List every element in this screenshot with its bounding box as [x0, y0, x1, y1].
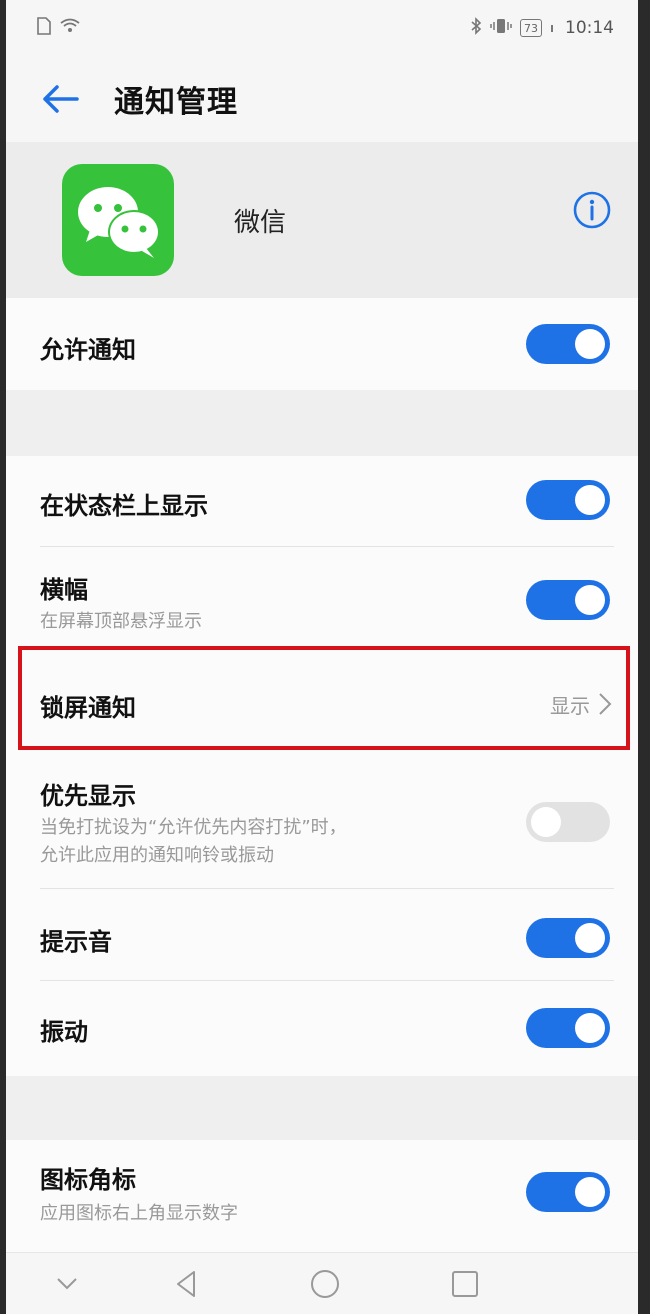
row-title: 振动	[40, 1018, 88, 1046]
section-gap	[6, 390, 638, 456]
app-header: 微信	[6, 142, 638, 298]
status-left	[36, 17, 80, 39]
screen: 73 10:14 通知管理 微信 允许通知 在状态栏上显示 横幅 在屏幕顶部悬浮…	[6, 0, 638, 1314]
row-sound[interactable]: 提示音	[6, 890, 638, 982]
battery-level: 73	[524, 21, 538, 35]
row-subtitle-line1: 当免打扰设为“允许优先内容打扰”时，	[40, 817, 347, 838]
recent-apps-square-icon[interactable]	[448, 1267, 482, 1301]
back-arrow-icon[interactable]	[40, 79, 80, 119]
row-subtitle: 应用图标右上角显示数字	[40, 1203, 238, 1224]
row-title: 在状态栏上显示	[40, 492, 208, 520]
toggle-knob	[575, 329, 605, 359]
row-title: 优先显示	[40, 782, 136, 810]
battery-tip	[551, 24, 553, 32]
status-time: 10:14	[565, 18, 614, 38]
divider	[40, 546, 614, 547]
allow-notifications-toggle[interactable]	[526, 324, 610, 364]
header: 通知管理	[6, 56, 638, 142]
row-title: 允许通知	[40, 336, 136, 364]
page-title: 通知管理	[114, 85, 238, 120]
chevron-down-icon[interactable]	[50, 1267, 84, 1301]
row-title: 横幅	[40, 576, 88, 604]
banner-toggle[interactable]	[526, 580, 610, 620]
priority-display-toggle[interactable]	[526, 802, 610, 842]
info-icon[interactable]	[572, 190, 612, 230]
status-right: 73 10:14	[470, 17, 614, 39]
divider	[40, 980, 614, 981]
row-priority-display[interactable]: 优先显示 当免打扰设为“允许优先内容打扰”时， 允许此应用的通知响铃或振动	[6, 756, 638, 890]
vibration-toggle[interactable]	[526, 1008, 610, 1048]
vibrate-icon	[490, 18, 512, 38]
toggle-knob	[575, 1177, 605, 1207]
row-banner[interactable]: 横幅 在屏幕顶部悬浮显示	[6, 548, 638, 648]
row-title: 提示音	[40, 928, 112, 956]
row-vibration[interactable]: 振动	[6, 982, 638, 1076]
toggle-knob	[575, 923, 605, 953]
divider	[40, 888, 614, 889]
sim-icon	[36, 17, 52, 39]
status-bar-display-toggle[interactable]	[526, 480, 610, 520]
row-subtitle: 在屏幕顶部悬浮显示	[40, 611, 202, 632]
row-status-bar-display[interactable]: 在状态栏上显示	[6, 456, 638, 548]
app-icon-badge-toggle[interactable]	[526, 1172, 610, 1212]
toggle-knob	[575, 485, 605, 515]
wifi-icon	[60, 18, 80, 38]
system-navbar	[6, 1252, 638, 1314]
toggle-knob	[575, 585, 605, 615]
row-subtitle-line2: 允许此应用的通知响铃或振动	[40, 845, 274, 866]
home-circle-icon[interactable]	[308, 1267, 342, 1301]
back-triangle-icon[interactable]	[170, 1267, 204, 1301]
toggle-knob	[531, 807, 561, 837]
row-app-icon-badge[interactable]: 图标角标 应用图标右上角显示数字	[6, 1140, 638, 1252]
battery-icon: 73	[520, 19, 542, 37]
app-name: 微信	[234, 207, 287, 238]
row-title: 图标角标	[40, 1166, 136, 1194]
bluetooth-icon	[470, 17, 482, 39]
sound-toggle[interactable]	[526, 918, 610, 958]
section-gap	[6, 1076, 638, 1140]
highlight-annotation	[18, 646, 630, 750]
status-bar: 73 10:14	[6, 0, 638, 56]
row-allow-notifications[interactable]: 允许通知	[6, 298, 638, 390]
toggle-knob	[575, 1013, 605, 1043]
wechat-logo-icon	[62, 164, 174, 276]
